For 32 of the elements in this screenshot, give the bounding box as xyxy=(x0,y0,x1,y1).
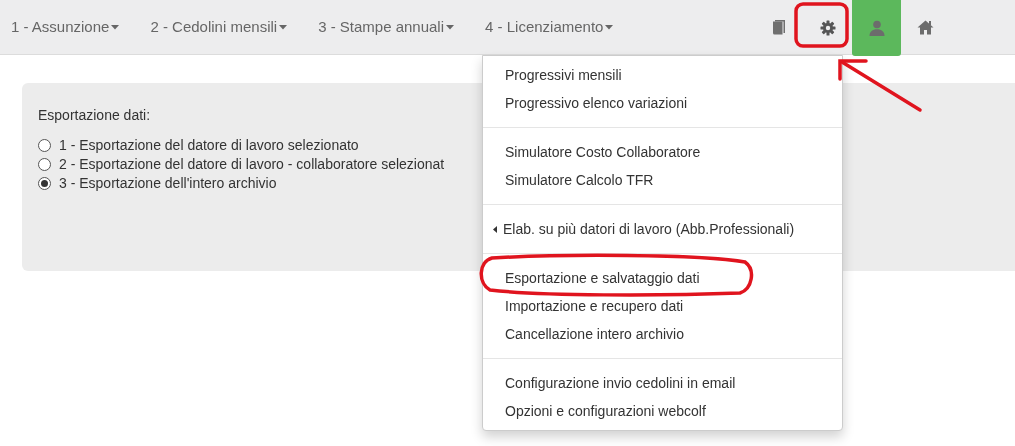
user-icon xyxy=(868,20,885,36)
book-icon xyxy=(772,20,785,35)
submenu-item[interactable]: Elab. su più datori di lavoro (Abb.Professionali) xyxy=(483,215,842,243)
caret-icon xyxy=(493,225,497,233)
nav-menu[interactable]: 3 - Stampe annuali xyxy=(318,15,455,39)
caret-icon xyxy=(446,24,455,30)
nav-menu[interactable]: 2 - Cedolini mensili xyxy=(150,15,288,39)
section-title: Esportazione dati: xyxy=(38,106,152,125)
radio-button[interactable] xyxy=(38,158,51,171)
radio-label: 1 - Esportazione del datore di lavoro selezionato xyxy=(59,136,359,155)
menu-item[interactable]: Progressivi mensili xyxy=(483,61,842,89)
menu-item[interactable]: Esportazione e salvataggio dati xyxy=(483,264,842,292)
radio-label: 3 - Esportazione dell'intero archivio xyxy=(59,174,277,193)
nav-menu[interactable]: 4 - Licenziamento xyxy=(485,15,614,39)
caret-icon xyxy=(605,24,614,30)
menu-item[interactable]: Cancellazione intero archivio xyxy=(483,320,842,348)
menu-item[interactable]: Importazione e recupero dati xyxy=(483,292,842,320)
radio-button[interactable] xyxy=(38,139,51,152)
home-icon xyxy=(917,20,934,35)
nav-menu[interactable]: 1 - Assunzione xyxy=(11,15,120,39)
annotation-rectangle xyxy=(794,2,849,48)
menu-item[interactable]: Simulatore Calcolo TFR xyxy=(483,166,842,194)
radio-button[interactable] xyxy=(38,177,51,190)
submenu-label: Elab. su più datori di lavoro (Abb.Professionali) xyxy=(503,219,795,239)
caret-icon xyxy=(279,24,288,30)
menu-item[interactable]: Opzioni e configurazioni webcolf xyxy=(483,397,842,425)
caret-icon xyxy=(111,24,120,30)
settings-icon xyxy=(819,19,836,36)
menu-item[interactable]: Progressivo elenco variazioni xyxy=(483,89,842,117)
menu-item[interactable]: Configurazione invio cedolini in email xyxy=(483,369,842,397)
menu-item[interactable]: Simulatore Costo Collaboratore xyxy=(483,138,842,166)
radio-label: 2 - Esportazione del datore di lavoro - collaboratore selezionat xyxy=(59,155,445,174)
